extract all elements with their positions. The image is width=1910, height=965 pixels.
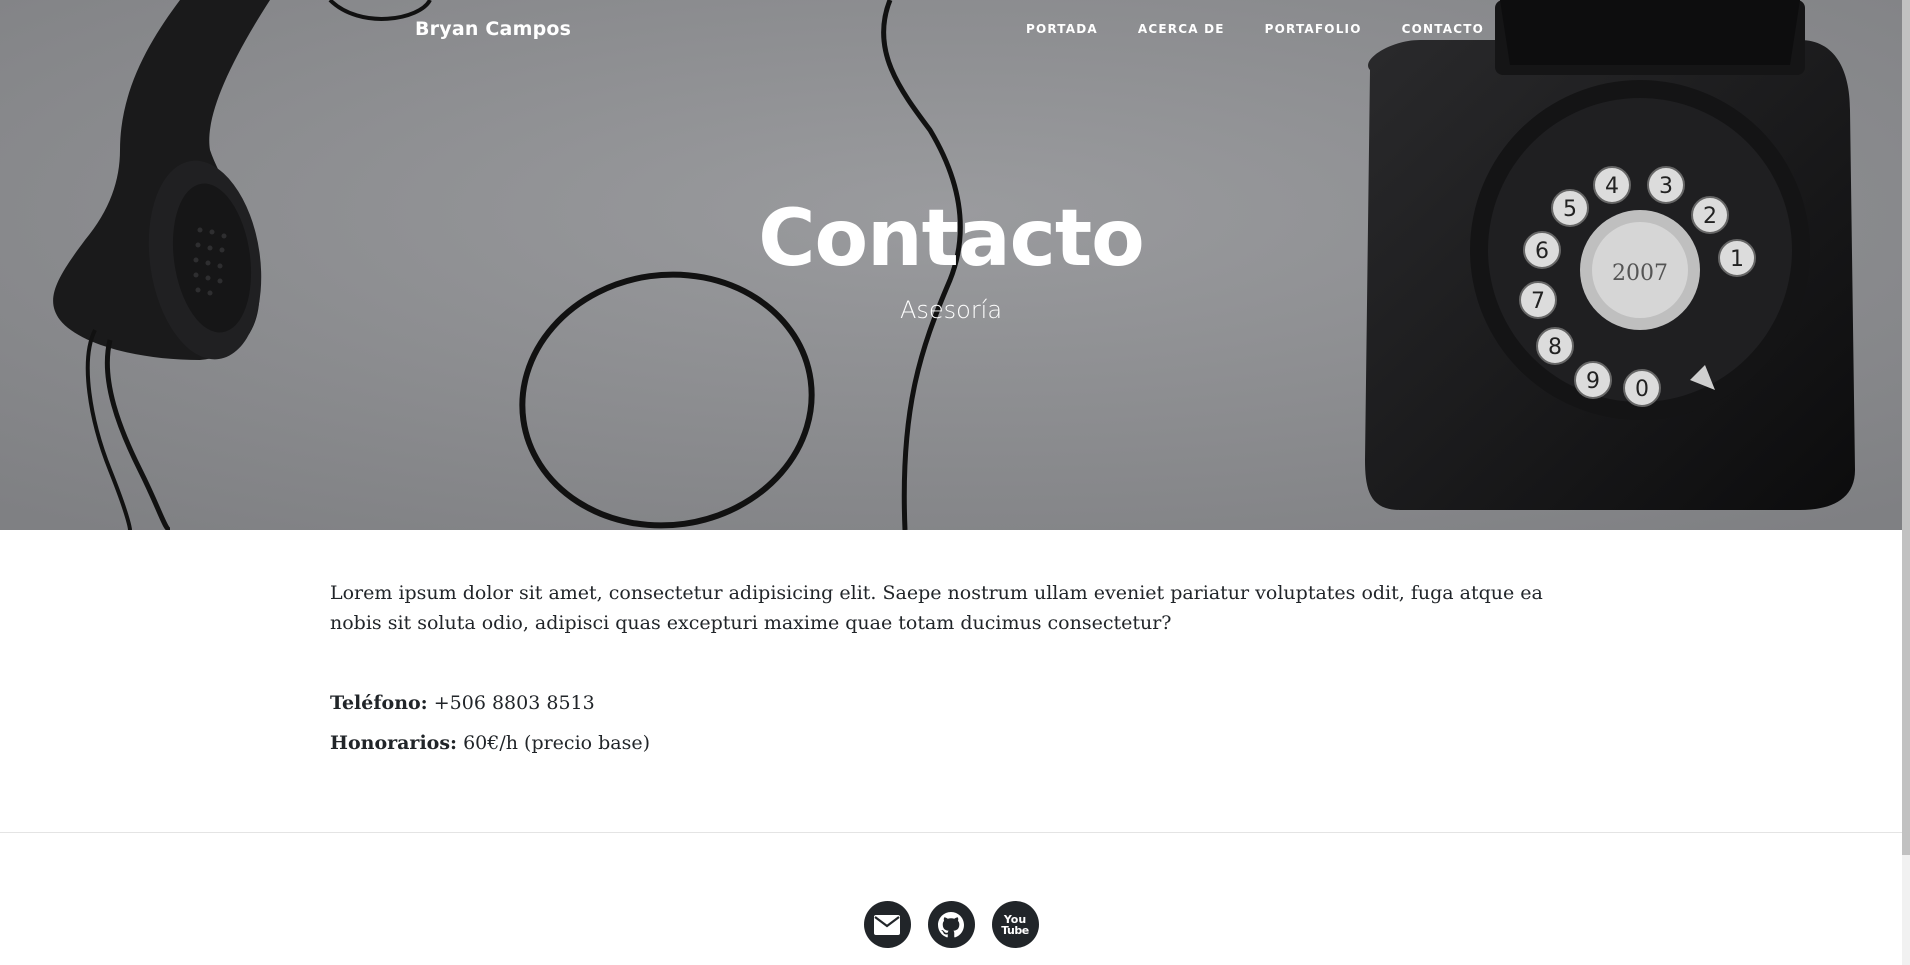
github-icon [938,911,964,937]
youtube-button[interactable]: You Tube [991,901,1039,948]
youtube-icon-bottom: Tube [1001,923,1029,937]
navbar: Bryan Campos PORTADA ACERCA DE PORTAFOLI… [0,0,1902,62]
nav-links: PORTADA ACERCA DE PORTAFOLIO CONTACTO [986,22,1484,36]
footer-divider [0,832,1902,833]
envelope-icon [874,914,900,935]
hero-heading: Contacto Asesoría [0,200,1902,322]
github-button[interactable] [927,901,975,948]
phone-label: Teléfono: [330,692,428,714]
page-subtitle: Asesoría [899,296,1003,324]
hero-header: 2007 4 3 2 1 5 6 7 8 9 0 Bryan Campos PO… [0,0,1902,530]
fees-line: Honorarios: 60€/h (precio base) [330,728,1580,758]
intro-paragraph: Lorem ipsum dolor sit amet, consectetur … [330,582,1543,634]
page-title: Contacto [758,194,1144,284]
email-button[interactable] [863,901,911,948]
nav-link-portada[interactable]: PORTADA [1026,22,1098,36]
brand-link[interactable]: Bryan Campos [415,18,571,40]
youtube-icon: You Tube [1001,914,1029,937]
scrollbar-thumb[interactable] [1902,0,1910,855]
page: 2007 4 3 2 1 5 6 7 8 9 0 Bryan Campos PO… [0,0,1910,965]
fees-label: Honorarios: [330,732,458,754]
scrollbar[interactable] [1902,0,1910,965]
nav-link-acerca-de[interactable]: ACERCA DE [1138,22,1225,36]
phone-line: Teléfono: +506 8803 8513 [330,688,1580,718]
nav-link-portafolio[interactable]: PORTAFOLIO [1265,22,1362,36]
fees-value: 60€/h (precio base) [457,732,651,754]
nav-link-contacto[interactable]: CONTACTO [1402,22,1484,36]
main-content: Lorem ipsum dolor sit amet, consectetur … [330,578,1580,758]
phone-value: +506 8803 8513 [427,692,595,714]
social-links: You Tube [0,901,1902,948]
